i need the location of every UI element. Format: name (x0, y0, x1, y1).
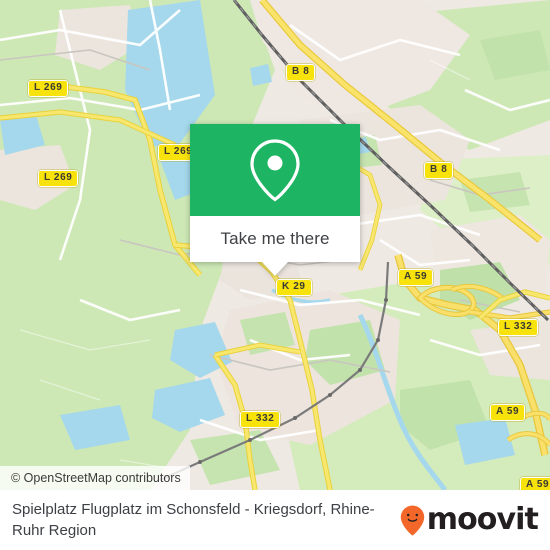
road-shield: L 269 (38, 170, 79, 187)
moovit-pin-icon (400, 505, 424, 536)
take-me-there-button[interactable]: Take me there (190, 216, 360, 262)
place-title: Spielplatz Flugplatz im Schonsfeld - Kri… (12, 501, 375, 539)
road-shield: L 332 (240, 411, 281, 428)
road-shield: K 29 (276, 279, 312, 296)
osm-attribution[interactable]: © OpenStreetMap contributors (0, 466, 190, 490)
road-shield: A 59 (490, 404, 526, 421)
popup-pin-area (190, 124, 360, 216)
road-shield: L 269 (28, 80, 69, 97)
location-popup-card[interactable]: Take me there (190, 124, 360, 276)
moovit-wordmark: moovit (426, 502, 539, 537)
popup-tail (262, 262, 288, 276)
road-shield: B 8 (286, 64, 316, 81)
take-me-there-label: Take me there (220, 229, 330, 248)
map-screen: L 269 L 269 L 269 B 8B 8K 29 A 59 L 332 L 332 A… (0, 0, 550, 550)
road-shield: A 59 (520, 477, 550, 490)
road-shield: L 332 (498, 319, 539, 336)
location-pin-icon (250, 139, 300, 202)
road-shield: A 59 (398, 269, 434, 286)
moovit-logo[interactable]: moovit (400, 502, 539, 537)
footer-bar: Spielplatz Flugplatz im Schonsfeld - Kri… (0, 490, 550, 550)
road-shield: B 8 (424, 162, 454, 179)
